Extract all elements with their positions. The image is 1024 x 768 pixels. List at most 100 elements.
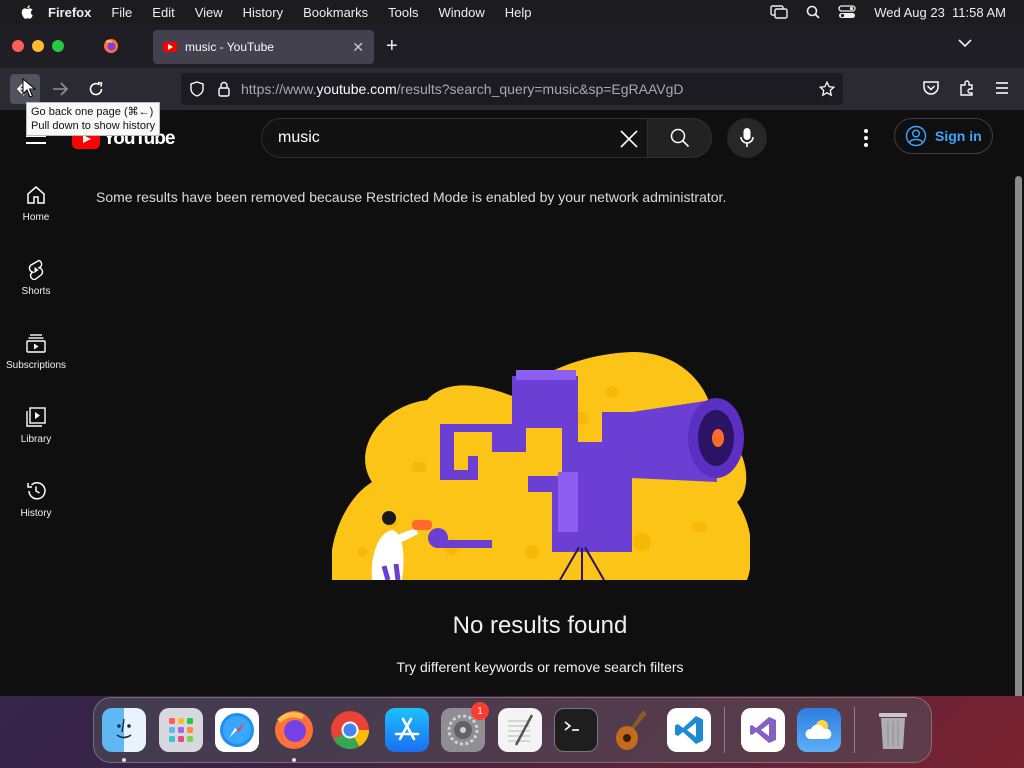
reload-icon — [89, 81, 103, 96]
menu-help[interactable]: Help — [505, 5, 532, 20]
menu-window[interactable]: Window — [439, 5, 485, 20]
running-indicator — [122, 758, 126, 762]
menu-tools[interactable]: Tools — [388, 5, 418, 20]
menu-view[interactable]: View — [195, 5, 223, 20]
spotlight-search-icon[interactable] — [806, 5, 820, 19]
sidebar-item-label: Shorts — [21, 286, 51, 297]
menu-history[interactable]: History — [243, 5, 283, 20]
sidebar-item-label: History — [20, 508, 52, 519]
menu-app-name[interactable]: Firefox — [48, 5, 91, 20]
no-results-title: No results found — [452, 612, 628, 639]
dock-app-trash[interactable] — [871, 708, 915, 752]
dock-app-vscode[interactable] — [667, 708, 711, 752]
clear-search-icon[interactable] — [617, 127, 641, 151]
dock-app-chrome[interactable] — [328, 708, 372, 752]
tooltip-line-2: Pull down to show history — [31, 120, 156, 132]
extensions-puzzle-icon[interactable] — [958, 79, 976, 97]
mini-guide-sidebar: Home Shorts Subscriptions Library Histor… — [0, 166, 72, 536]
new-tab-button[interactable]: + — [386, 36, 398, 56]
toolbar-right — [922, 79, 1010, 97]
pinned-firefox-tab[interactable] — [100, 35, 122, 57]
telescope-lens — [632, 398, 744, 482]
url-text[interactable]: https://www.youtube.com/results?search_q… — [241, 81, 684, 97]
reload-button[interactable] — [81, 74, 111, 104]
sign-in-button[interactable]: Sign in — [894, 118, 993, 154]
screen-mirroring-icon[interactable] — [770, 5, 788, 19]
notification-badge: 1 — [471, 702, 489, 720]
zoom-window-button[interactable] — [52, 40, 64, 52]
app-store-icon — [394, 717, 419, 741]
search-input[interactable]: music — [261, 118, 648, 158]
sidebar-item-history[interactable]: History — [0, 462, 72, 536]
more-options-button[interactable] — [856, 126, 876, 150]
subscriptions-icon — [26, 334, 46, 353]
sidebar-item-shorts[interactable]: Shorts — [0, 240, 72, 314]
menu-bookmarks[interactable]: Bookmarks — [303, 5, 368, 20]
sidebar-item-subscriptions[interactable]: Subscriptions — [0, 314, 72, 388]
sidebar-item-library[interactable]: Library — [0, 388, 72, 462]
dock-app-terminal[interactable] — [554, 708, 598, 752]
page-scrollbar[interactable] — [1015, 176, 1022, 696]
dock-app-weather[interactable] — [797, 708, 841, 752]
back-button-tooltip: Go back one page (⌘←) Pull down to show … — [26, 102, 161, 136]
url-path: /results?search_query=music&sp=EgRAAVgD — [396, 81, 684, 97]
textedit-icon — [507, 714, 533, 746]
minimize-window-button[interactable] — [32, 40, 44, 52]
account-icon — [905, 125, 927, 147]
dock-separator — [723, 707, 725, 753]
lock-icon[interactable] — [217, 81, 231, 97]
search-button[interactable] — [648, 118, 712, 158]
control-center-icon[interactable] — [838, 5, 856, 19]
voice-search-button[interactable] — [727, 118, 767, 158]
dock-app-system-settings[interactable]: 1 — [441, 702, 489, 752]
dock-app-launchpad[interactable] — [158, 708, 203, 752]
launchpad-icon — [168, 718, 193, 742]
tab-youtube[interactable]: music - YouTube ✕ — [153, 30, 374, 64]
close-tab-icon[interactable]: ✕ — [352, 39, 364, 56]
visual-studio-icon — [749, 717, 776, 743]
tab-strip: music - YouTube ✕ + — [0, 24, 1024, 68]
url-prefix: https://www. — [241, 81, 317, 97]
microphone-icon — [740, 128, 754, 147]
menu-edit[interactable]: Edit — [152, 5, 174, 20]
chrome-icon — [331, 711, 370, 750]
dock-app-app-store[interactable] — [384, 708, 429, 752]
search-icon — [670, 128, 689, 148]
dock-app-instruments[interactable] — [611, 708, 655, 752]
url-domain: youtube.com — [316, 81, 397, 97]
dock-app-finder[interactable] — [102, 708, 146, 762]
window-controls — [12, 40, 64, 52]
bookmark-star-icon[interactable] — [819, 81, 835, 97]
dock-app-textedit[interactable] — [497, 708, 542, 752]
sidebar-item-label: Home — [22, 212, 50, 223]
youtube-page: YouTube music Sign in Some results have … — [0, 110, 1024, 696]
address-bar[interactable]: https://www.youtube.com/results?search_q… — [181, 73, 843, 105]
app-menu-hamburger-icon[interactable] — [994, 79, 1010, 97]
list-all-tabs-icon[interactable] — [958, 38, 972, 48]
menubar-clock[interactable]: Wed Aug 23 11:58 AM — [874, 5, 1006, 20]
home-icon — [27, 186, 45, 204]
finder-icon — [116, 718, 132, 739]
no-results-illustration — [332, 352, 750, 580]
dock-app-safari[interactable] — [215, 708, 259, 752]
menu-bar: Firefox File Edit View History Bookmarks… — [0, 0, 1024, 24]
dock-separator — [853, 707, 855, 753]
pocket-icon[interactable] — [922, 79, 940, 97]
sidebar-item-home[interactable]: Home — [0, 166, 72, 240]
dock-app-firefox[interactable] — [272, 708, 316, 762]
youtube-favicon-icon — [163, 42, 177, 52]
close-window-button[interactable] — [12, 40, 24, 52]
tracking-protection-shield-icon[interactable] — [189, 81, 205, 97]
menu-file[interactable]: File — [111, 5, 132, 20]
no-results-hint: Try different keywords or remove search … — [396, 659, 684, 675]
firefox-icon — [104, 39, 118, 53]
terminal-icon — [564, 721, 579, 731]
weather-icon — [805, 720, 832, 739]
tooltip-line-1: Go back one page (⌘←) — [31, 106, 154, 118]
sign-in-label: Sign in — [935, 128, 982, 144]
forward-button[interactable] — [45, 74, 75, 104]
instruments-guitar-icon — [615, 710, 647, 750]
tab-title: music - YouTube — [185, 40, 274, 54]
dock-app-visual-studio[interactable] — [740, 708, 785, 752]
apple-icon[interactable] — [20, 5, 34, 19]
